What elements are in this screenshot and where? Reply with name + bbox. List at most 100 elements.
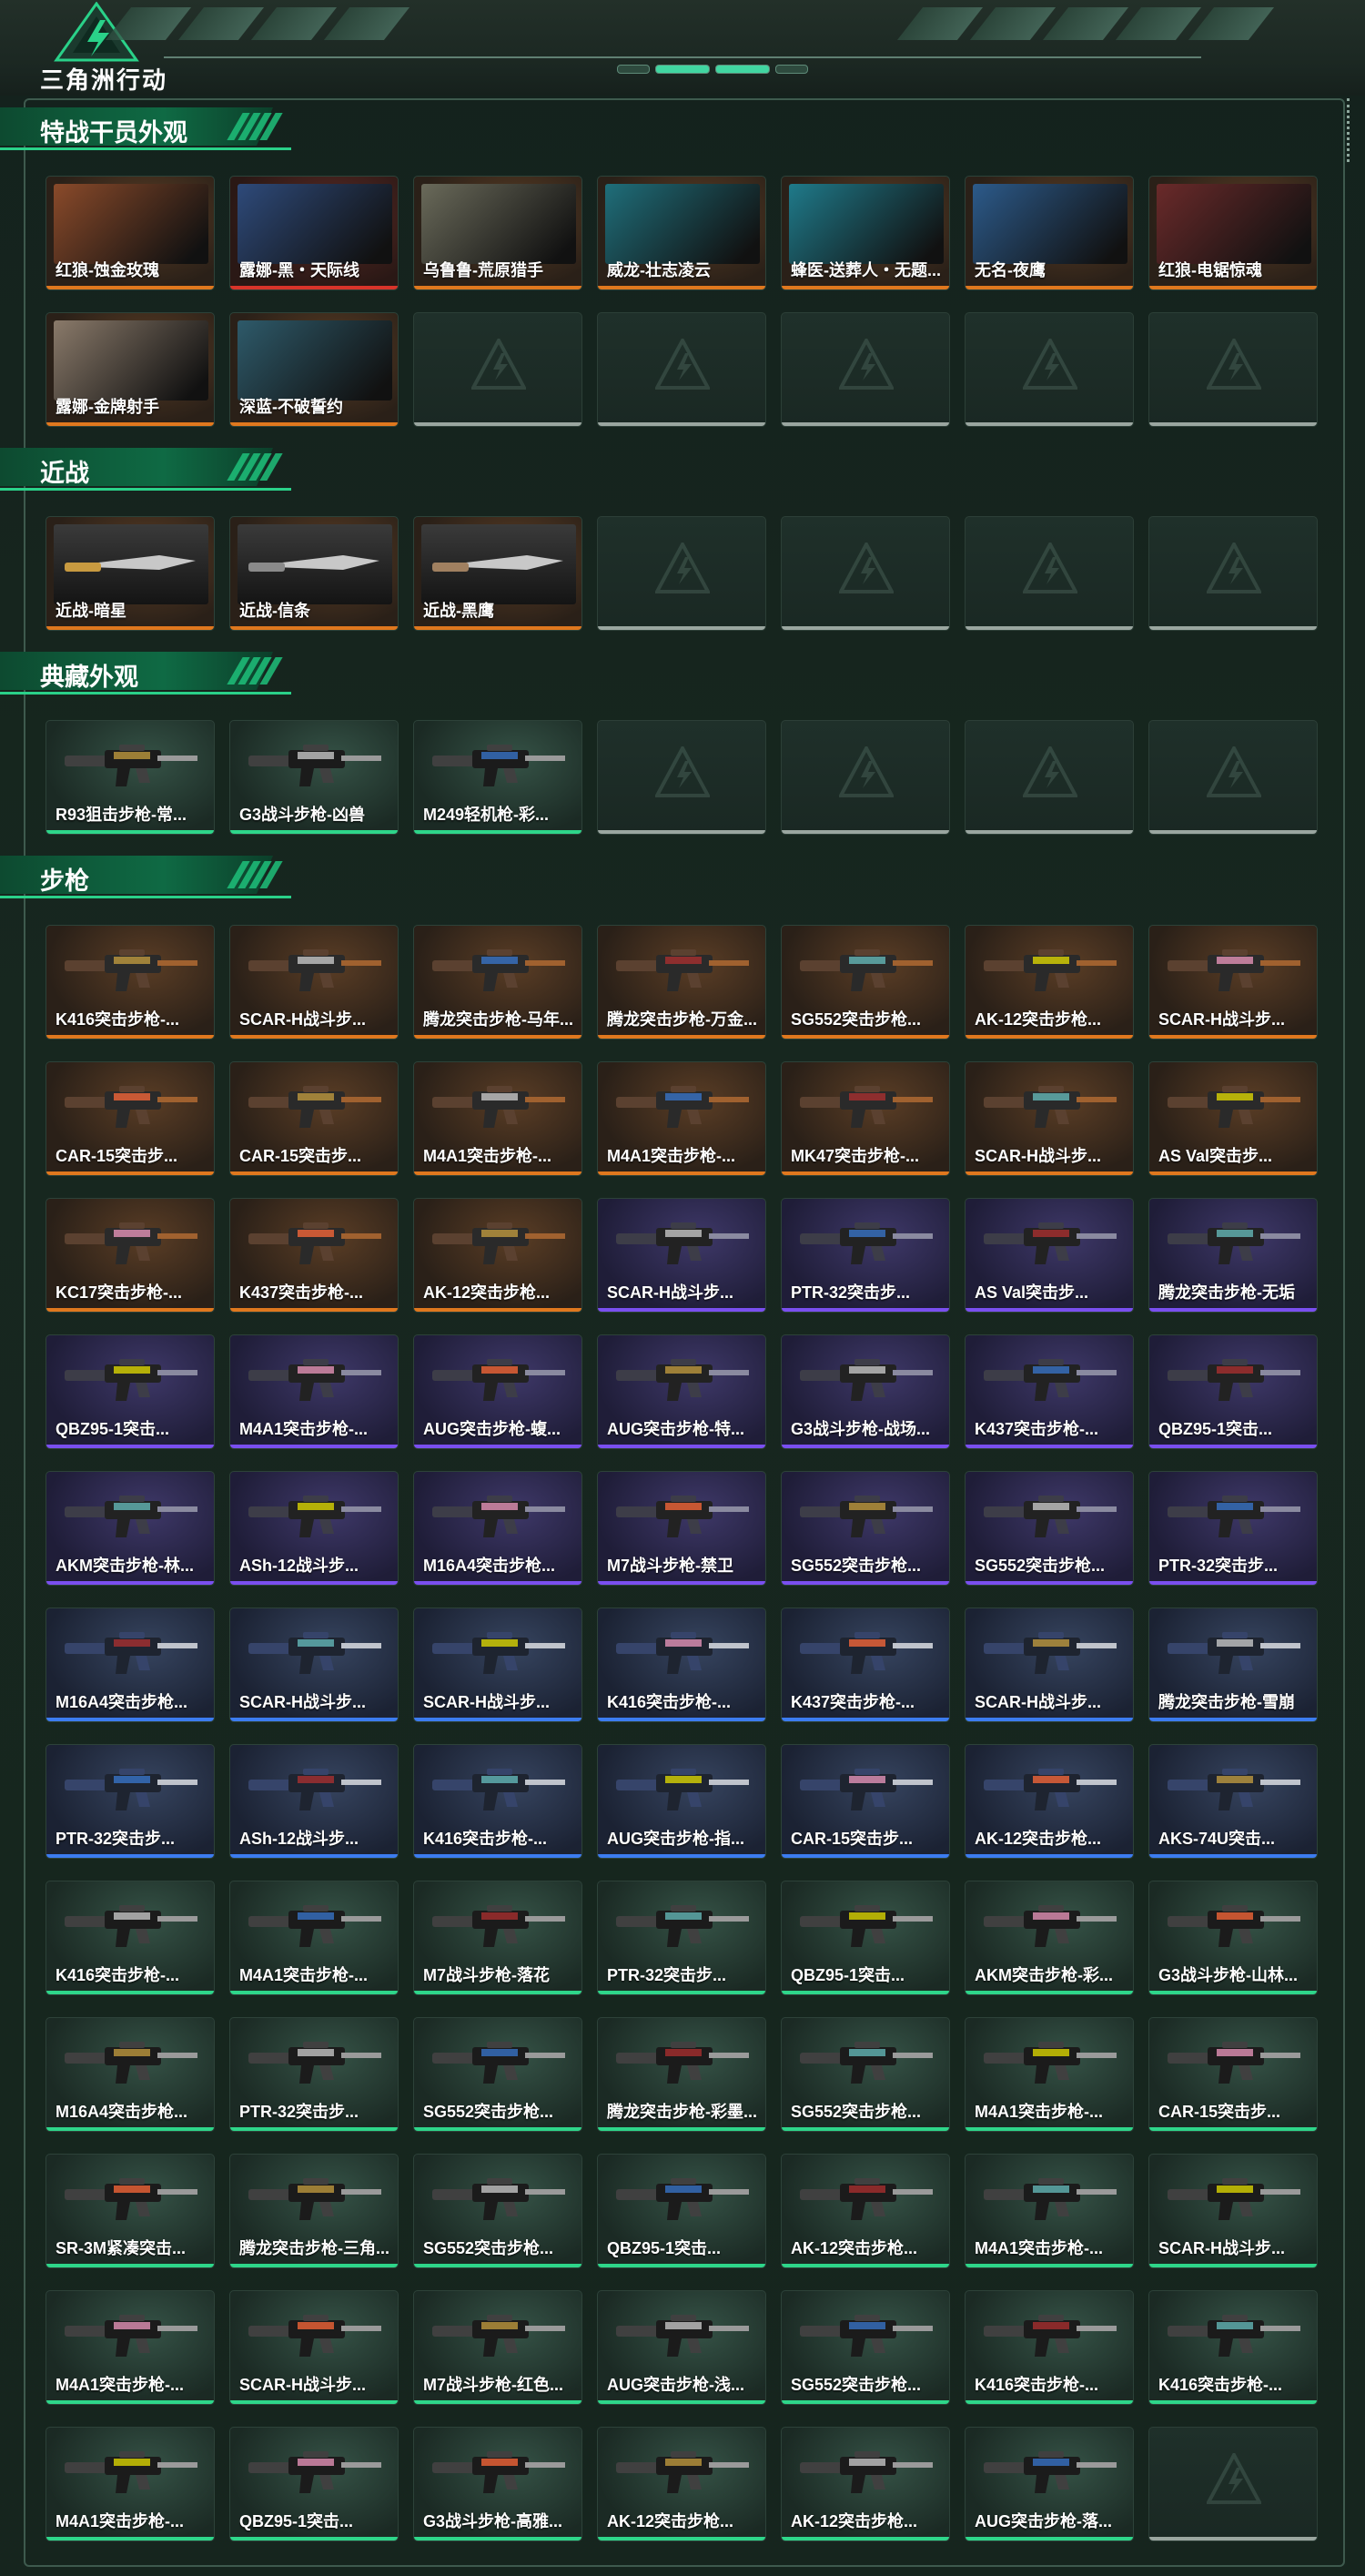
item-card[interactable]: G3战斗步枪-山林...	[1148, 1881, 1318, 1995]
item-card[interactable]: 红狼-电锯惊魂	[1148, 176, 1318, 290]
item-card[interactable]: M16A4突击步枪...	[46, 1607, 215, 1722]
item-card[interactable]: M16A4突击步枪...	[46, 2017, 215, 2132]
item-card[interactable]: M7战斗步枪-禁卫	[597, 1471, 766, 1586]
item-card[interactable]: M4A1突击步枪-...	[229, 1334, 399, 1449]
item-card[interactable]: 腾龙突击步枪-无垢	[1148, 1198, 1318, 1313]
item-card[interactable]: 露娜-黑・天际线	[229, 176, 399, 290]
item-card[interactable]: 无名-夜鹰	[965, 176, 1134, 290]
item-card[interactable]: PTR-32突击步...	[781, 1198, 950, 1313]
item-card[interactable]: 腾龙突击步枪-三角...	[229, 2154, 399, 2268]
item-card[interactable]: SG552突击步枪...	[781, 2290, 950, 2405]
pager-dot-active[interactable]	[715, 65, 770, 74]
item-card[interactable]: M249轻机枪-彩...	[413, 720, 582, 835]
item-card[interactable]: K416突击步枪-...	[965, 2290, 1134, 2405]
item-card[interactable]: CAR-15突击步...	[46, 1061, 215, 1176]
item-card[interactable]: 红狼-蚀金玫瑰	[46, 176, 215, 290]
item-card[interactable]: M4A1突击步枪-...	[597, 1061, 766, 1176]
item-card[interactable]: M4A1突击步枪-...	[46, 2427, 215, 2541]
item-card[interactable]: AK-12突击步枪...	[413, 1198, 582, 1313]
item-card[interactable]: 近战-暗星	[46, 516, 215, 631]
item-card[interactable]: PTR-32突击步...	[597, 1881, 766, 1995]
item-card[interactable]: SR-3M紧凑突击...	[46, 2154, 215, 2268]
item-card[interactable]: QBZ95-1突击...	[597, 2154, 766, 2268]
item-card[interactable]: K416突击步枪-...	[1148, 2290, 1318, 2405]
item-card[interactable]: ASh-12战斗步...	[229, 1744, 399, 1859]
item-card[interactable]: SCAR-H战斗步...	[965, 1061, 1134, 1176]
item-card[interactable]: QBZ95-1突击...	[46, 1334, 215, 1449]
item-card[interactable]: SCAR-H战斗步...	[229, 1607, 399, 1722]
item-card[interactable]: AUG突击步枪-特...	[597, 1334, 766, 1449]
item-card[interactable]: SG552突击步枪...	[781, 2017, 950, 2132]
item-card[interactable]: K437突击步枪-...	[965, 1334, 1134, 1449]
item-card[interactable]: K437突击步枪-...	[781, 1607, 950, 1722]
item-card[interactable]: AK-12突击步枪...	[781, 2154, 950, 2268]
item-card[interactable]: 腾龙突击步枪-彩墨...	[597, 2017, 766, 2132]
item-card[interactable]: 腾龙突击步枪-雪崩	[1148, 1607, 1318, 1722]
item-card[interactable]: 近战-黑鹰	[413, 516, 582, 631]
item-card[interactable]: AKS-74U突击...	[1148, 1744, 1318, 1859]
item-card[interactable]: R93狙击步枪-常...	[46, 720, 215, 835]
item-card[interactable]: AKM突击步枪-林...	[46, 1471, 215, 1586]
item-card[interactable]: 深蓝-不破誓约	[229, 312, 399, 427]
item-card[interactable]: 乌鲁鲁-荒原猎手	[413, 176, 582, 290]
item-card[interactable]: SG552突击步枪...	[413, 2017, 582, 2132]
pager-dot[interactable]	[775, 65, 808, 74]
item-card[interactable]: 蜂医-送葬人・无题...	[781, 176, 950, 290]
item-card[interactable]: PTR-32突击步...	[229, 2017, 399, 2132]
item-card[interactable]: AKM突击步枪-彩...	[965, 1881, 1134, 1995]
item-card[interactable]: AS Val突击步...	[965, 1198, 1134, 1313]
item-card[interactable]: CAR-15突击步...	[229, 1061, 399, 1176]
item-card[interactable]: M4A1突击步枪-...	[229, 1881, 399, 1995]
item-card[interactable]: SCAR-H战斗步...	[229, 925, 399, 1040]
item-card[interactable]: SCAR-H战斗步...	[1148, 2154, 1318, 2268]
item-card[interactable]: CAR-15突击步...	[1148, 2017, 1318, 2132]
item-card[interactable]: M4A1突击步枪-...	[965, 2154, 1134, 2268]
item-card[interactable]: K416突击步枪-...	[46, 925, 215, 1040]
item-card[interactable]: PTR-32突击步...	[46, 1744, 215, 1859]
item-card[interactable]: SCAR-H战斗步...	[965, 1607, 1134, 1722]
item-card[interactable]: SG552突击步枪...	[781, 925, 950, 1040]
item-card[interactable]: ASh-12战斗步...	[229, 1471, 399, 1586]
banner-pager[interactable]	[617, 65, 808, 74]
item-card[interactable]: QBZ95-1突击...	[229, 2427, 399, 2541]
item-card[interactable]: K416突击步枪-...	[413, 1744, 582, 1859]
item-card[interactable]: AS Val突击步...	[1148, 1061, 1318, 1176]
item-card[interactable]: SG552突击步枪...	[781, 1471, 950, 1586]
item-card[interactable]: AK-12突击步枪...	[597, 2427, 766, 2541]
scrollbar[interactable]	[1347, 98, 1355, 162]
item-card[interactable]: M16A4突击步枪...	[413, 1471, 582, 1586]
pager-dot[interactable]	[617, 65, 650, 74]
item-card[interactable]: SCAR-H战斗步...	[1148, 925, 1318, 1040]
item-card[interactable]: M7战斗步枪-落花	[413, 1881, 582, 1995]
item-card[interactable]: M4A1突击步枪-...	[46, 2290, 215, 2405]
item-card[interactable]: AUG突击步枪-蝮...	[413, 1334, 582, 1449]
item-card[interactable]: QBZ95-1突击...	[1148, 1334, 1318, 1449]
item-card[interactable]: SG552突击步枪...	[965, 1471, 1134, 1586]
item-card[interactable]: AK-12突击步枪...	[965, 925, 1134, 1040]
item-card[interactable]: 露娜-金牌射手	[46, 312, 215, 427]
item-card[interactable]: AK-12突击步枪...	[965, 1744, 1134, 1859]
item-card[interactable]: 腾龙突击步枪-马年...	[413, 925, 582, 1040]
item-card[interactable]: MK47突击步枪-...	[781, 1061, 950, 1176]
item-card[interactable]: G3战斗步枪-战场...	[781, 1334, 950, 1449]
item-card[interactable]: CAR-15突击步...	[781, 1744, 950, 1859]
item-card[interactable]: AUG突击步枪-指...	[597, 1744, 766, 1859]
item-card[interactable]: M7战斗步枪-红色...	[413, 2290, 582, 2405]
item-card[interactable]: 威龙-壮志凌云	[597, 176, 766, 290]
item-card[interactable]: K416突击步枪-...	[597, 1607, 766, 1722]
item-card[interactable]: K437突击步枪-...	[229, 1198, 399, 1313]
item-card[interactable]: 腾龙突击步枪-万金...	[597, 925, 766, 1040]
item-card[interactable]: G3战斗步枪-高雅...	[413, 2427, 582, 2541]
item-card[interactable]: AUG突击步枪-落...	[965, 2427, 1134, 2541]
pager-dot-active[interactable]	[655, 65, 710, 74]
item-card[interactable]: K416突击步枪-...	[46, 1881, 215, 1995]
item-card[interactable]: G3战斗步枪-凶兽	[229, 720, 399, 835]
item-card[interactable]: SG552突击步枪...	[413, 2154, 582, 2268]
item-card[interactable]: SCAR-H战斗步...	[597, 1198, 766, 1313]
item-card[interactable]: M4A1突击步枪-...	[413, 1061, 582, 1176]
item-card[interactable]: M4A1突击步枪-...	[965, 2017, 1134, 2132]
item-card[interactable]: SCAR-H战斗步...	[413, 1607, 582, 1722]
item-card[interactable]: AUG突击步枪-浅...	[597, 2290, 766, 2405]
item-card[interactable]: QBZ95-1突击...	[781, 1881, 950, 1995]
item-card[interactable]: 近战-信条	[229, 516, 399, 631]
